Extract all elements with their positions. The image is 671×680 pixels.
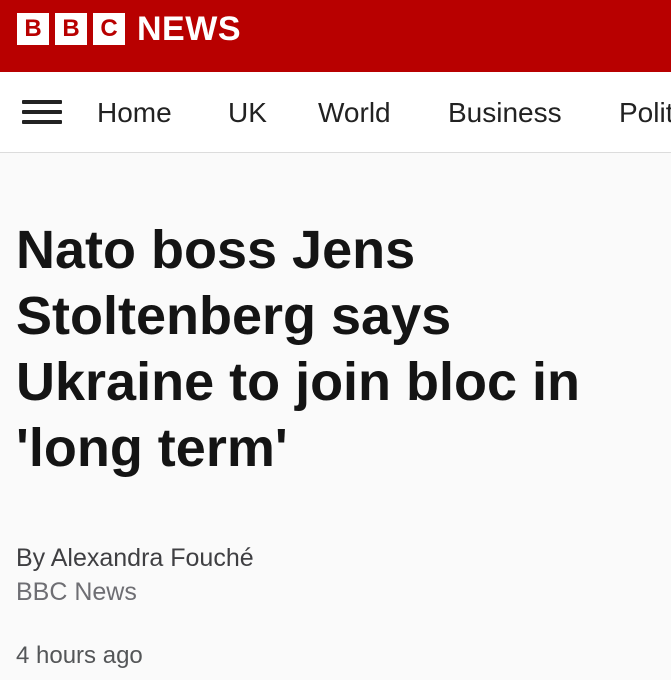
article-source: BBC News — [16, 578, 137, 606]
main-navigation: Home UK World Business Politics — [0, 72, 671, 153]
menu-bar-middle — [22, 110, 62, 114]
site-header: B B C NEWS — [0, 0, 671, 72]
logo-news-text: NEWS — [137, 10, 241, 48]
menu-bar-bottom — [22, 120, 62, 124]
logo-letter-c: C — [93, 13, 125, 45]
nav-item-politics[interactable]: Politics — [619, 96, 671, 130]
nav-item-world[interactable]: World — [318, 96, 391, 130]
article-headline: Nato boss Jens Stoltenberg says Ukraine … — [16, 220, 581, 478]
bbc-news-logo[interactable]: B B C NEWS — [17, 12, 241, 46]
hamburger-menu-icon[interactable] — [22, 100, 62, 124]
logo-letter-b1: B — [17, 13, 49, 45]
nav-item-business[interactable]: Business — [448, 96, 562, 130]
menu-bar-top — [22, 100, 62, 104]
article-timestamp: 4 hours ago — [16, 642, 143, 669]
logo-letter-b2: B — [55, 13, 87, 45]
article-author: By Alexandra Fouché — [16, 544, 254, 572]
nav-item-home[interactable]: Home — [97, 96, 172, 130]
nav-item-uk[interactable]: UK — [228, 96, 267, 130]
